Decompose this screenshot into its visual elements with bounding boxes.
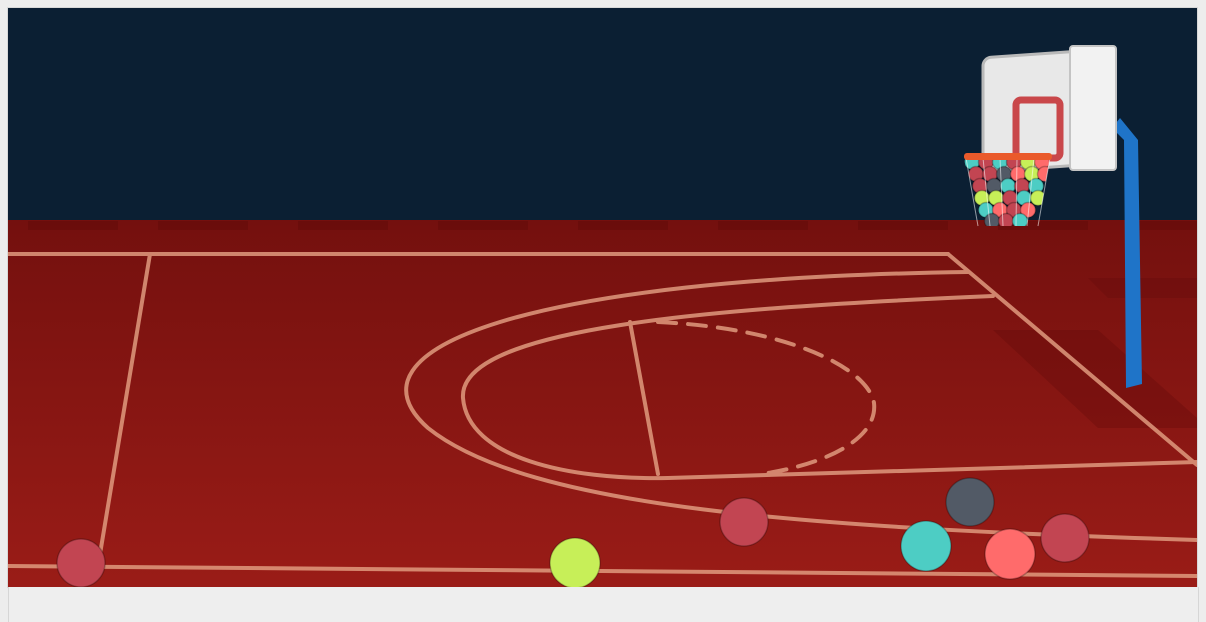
floor-ball[interactable] bbox=[549, 537, 601, 587]
backboard-side bbox=[1069, 45, 1117, 171]
basketball-court-scene[interactable] bbox=[8, 8, 1197, 587]
floor-ball[interactable] bbox=[945, 477, 995, 527]
floor-ball[interactable] bbox=[1040, 513, 1090, 563]
floor-ball[interactable] bbox=[900, 520, 952, 572]
floor-ball[interactable] bbox=[719, 497, 769, 547]
floor-ball[interactable] bbox=[56, 538, 106, 587]
bottom-bar bbox=[8, 587, 1199, 622]
floor-ball[interactable] bbox=[984, 528, 1036, 580]
hoop-rim bbox=[964, 153, 1052, 160]
game-canvas[interactable] bbox=[8, 8, 1197, 587]
